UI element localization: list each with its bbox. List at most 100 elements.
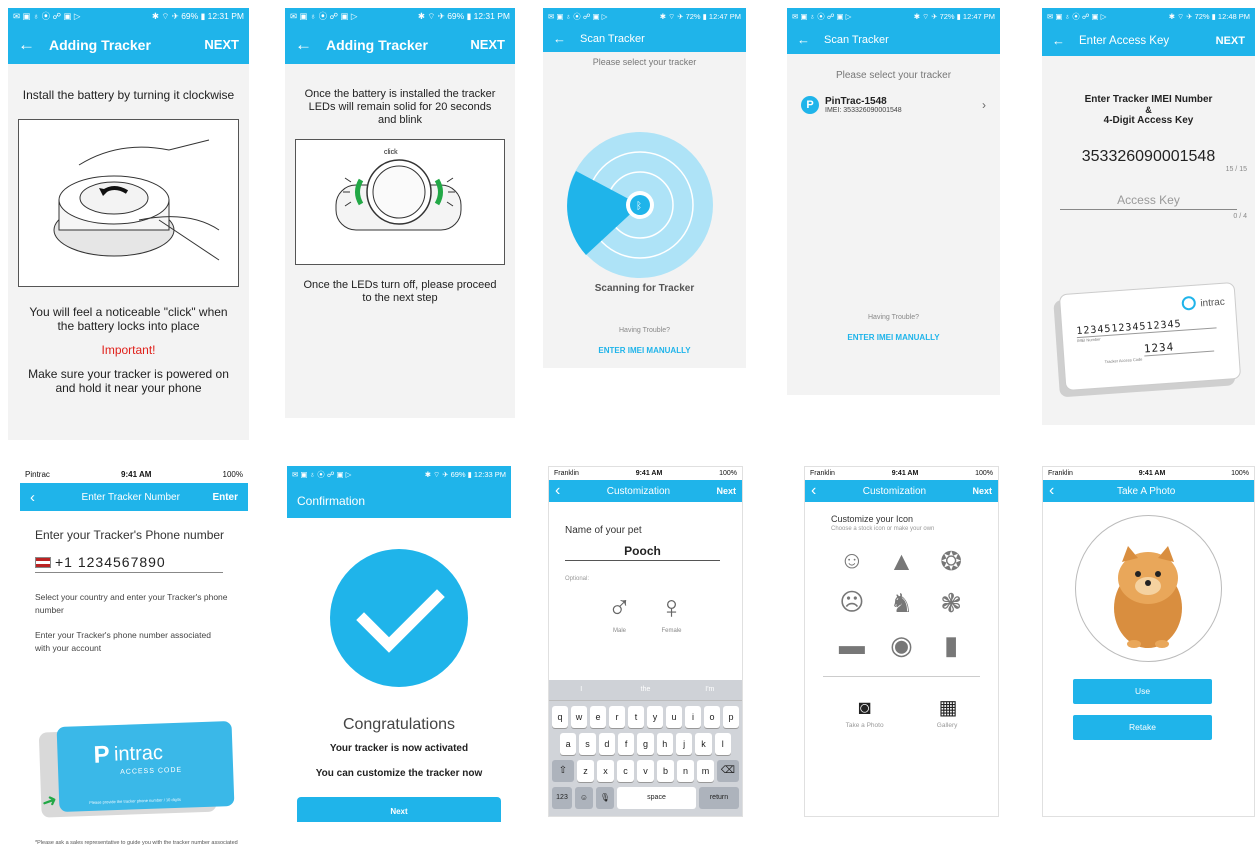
checkmark-icon	[330, 549, 468, 687]
app-bar-title: Customization	[862, 485, 927, 497]
enter-imei-manually-link[interactable]: ENTER IMEI MANUALLY	[543, 346, 746, 355]
backspace-key-icon[interactable]: ⌫	[717, 760, 739, 782]
app-bar: ‹ Customization Next	[549, 480, 742, 502]
svg-text:ᛒ: ᛒ	[636, 201, 642, 212]
status-info: ✱ ⌔ ✈ 72% ▮ 12:47 PM	[913, 12, 995, 21]
screen-confirmation: ✉ ▣ ♁ ⦿ ☍ ▣ ▷ ✱ ⌔ ✈ 69% ▮ 12:33 PM Confi…	[287, 466, 511, 822]
gallery-option[interactable]: ▦ Gallery	[937, 697, 958, 729]
battery-illustration	[18, 119, 239, 287]
cat-paw-icon[interactable]: ❃	[926, 588, 976, 618]
take-photo-label: Take a Photo	[845, 722, 884, 729]
key-t[interactable]: t	[628, 706, 644, 728]
paw-print-icon[interactable]: ❂	[926, 546, 976, 576]
backpack-icon[interactable]: ◉	[877, 630, 927, 660]
status-bar: ✉ ▣ ♁ ⦿ ☍ ▣ ▷ ✱ ⌔ ✈ 69% ▮ 12:31 PM	[285, 8, 515, 25]
app-bar: ← Scan Tracker	[787, 25, 1000, 54]
suggestion-2[interactable]: the	[613, 680, 677, 700]
key-j[interactable]: j	[675, 733, 693, 755]
key-v[interactable]: v	[637, 760, 654, 782]
briefcase-icon[interactable]: ▬	[827, 630, 877, 660]
phone-input[interactable]: +1 1234567890	[35, 554, 223, 573]
key-x[interactable]: x	[597, 760, 614, 782]
dog-face-icon[interactable]: ☺	[827, 546, 877, 576]
back-arrow-icon[interactable]: ←	[1052, 33, 1065, 48]
key-r[interactable]: r	[609, 706, 625, 728]
phone-value: +1 1234567890	[55, 554, 166, 570]
back-arrow-icon[interactable]: ←	[797, 32, 810, 47]
female-option[interactable]: ♀ Female	[660, 590, 684, 634]
key-b[interactable]: b	[657, 760, 674, 782]
key-w[interactable]: w	[571, 706, 587, 728]
scanning-label: Scanning for Tracker	[594, 283, 695, 294]
optional-label: Optional:	[565, 576, 590, 582]
status-icons: ✉ ▣ ♁ ⦿ ☍ ▣ ▷	[13, 11, 81, 21]
next-button[interactable]: Next	[297, 797, 501, 822]
icon-subheading: Choose a stock icon or make your own	[831, 526, 935, 532]
card-logo-icon: P	[93, 741, 111, 769]
luggage-icon[interactable]: ▮	[926, 630, 976, 660]
keyboard-row-3: ⇧ zxcvbnm ⌫	[549, 755, 742, 782]
key-e[interactable]: e	[590, 706, 606, 728]
key-q[interactable]: q	[552, 706, 568, 728]
mic-key-icon[interactable]: 🎙	[596, 787, 614, 809]
key-u[interactable]: u	[666, 706, 682, 728]
next-button[interactable]: Next	[716, 486, 736, 496]
card-brand: intrac	[1200, 296, 1226, 310]
imei-field[interactable]: 353326090001548	[1042, 148, 1255, 166]
key-y[interactable]: y	[647, 706, 663, 728]
key-l[interactable]: l	[714, 733, 731, 755]
key-c[interactable]: c	[617, 760, 634, 782]
suggestion-1[interactable]: I	[549, 680, 613, 700]
key-m[interactable]: m	[697, 760, 714, 782]
having-trouble-label: Having Trouble?	[868, 314, 919, 321]
back-chevron-icon[interactable]: ‹	[30, 489, 35, 506]
us-flag-icon[interactable]	[35, 556, 51, 568]
status-icons: ✉ ▣ ♁ ⦿ ☍ ▣ ▷	[292, 470, 352, 479]
key-h[interactable]: h	[656, 733, 673, 755]
key-g[interactable]: g	[637, 733, 654, 755]
icon-heading: Customize your Icon	[831, 514, 914, 524]
next-button[interactable]: NEXT	[204, 37, 239, 52]
key-i[interactable]: i	[685, 706, 701, 728]
back-arrow-icon[interactable]: ←	[553, 31, 566, 46]
suggestion-3[interactable]: I'm	[678, 680, 742, 700]
cat-face-icon[interactable]: ☹	[827, 588, 877, 618]
use-button[interactable]: Use	[1073, 679, 1212, 704]
app-bar-title: Adding Tracker	[49, 36, 151, 53]
click-label: click	[384, 149, 398, 156]
retake-button[interactable]: Retake	[1073, 715, 1212, 740]
enter-button[interactable]: Enter	[212, 492, 238, 503]
back-arrow-icon[interactable]: ←	[18, 35, 35, 55]
key-s[interactable]: s	[579, 733, 596, 755]
key-k[interactable]: k	[695, 733, 712, 755]
time-label: 9:41 AM	[1138, 470, 1166, 477]
access-key-input[interactable]: Access Key	[1060, 193, 1237, 210]
pet-name-input[interactable]: Pooch	[565, 544, 720, 561]
shift-key-icon[interactable]: ⇧	[552, 760, 574, 782]
next-button[interactable]: NEXT	[1216, 35, 1245, 47]
key-f[interactable]: f	[617, 733, 635, 755]
space-key[interactable]: space	[617, 787, 696, 809]
male-label: Male	[612, 628, 626, 634]
take-photo-option[interactable]: ◙ Take a Photo	[846, 697, 884, 729]
back-arrow-icon[interactable]: ←	[295, 35, 312, 55]
key-z[interactable]: z	[577, 760, 594, 782]
numbers-key[interactable]: 123	[552, 787, 572, 809]
enter-imei-manually-link[interactable]: ENTER IMEI MANUALLY	[787, 333, 1000, 342]
male-option[interactable]: ♂ Male	[608, 590, 632, 634]
sitting-cat-icon[interactable]: ♞	[877, 588, 927, 618]
key-o[interactable]: o	[704, 706, 720, 728]
key-p[interactable]: p	[723, 706, 739, 728]
next-button[interactable]: Next	[972, 486, 992, 496]
return-key[interactable]: return	[699, 787, 739, 809]
key-n[interactable]: n	[677, 760, 694, 782]
card-footer: Please provide the tracker phone number …	[89, 796, 181, 805]
having-trouble-label: Having Trouble?	[619, 327, 670, 334]
screen-take-a-photo: Franklin 9:41 AM 100% ‹ Take A Photo Use…	[1042, 466, 1255, 817]
key-a[interactable]: a	[560, 733, 577, 755]
next-button[interactable]: NEXT	[470, 37, 505, 52]
key-d[interactable]: d	[598, 733, 615, 755]
sitting-dog-icon[interactable]: ▲	[877, 546, 927, 576]
tracker-list-item[interactable]: P PinTrac-1548 IMEI: 353326090001548 ›	[787, 96, 1000, 114]
emoji-key-icon[interactable]: ☺	[575, 787, 593, 809]
